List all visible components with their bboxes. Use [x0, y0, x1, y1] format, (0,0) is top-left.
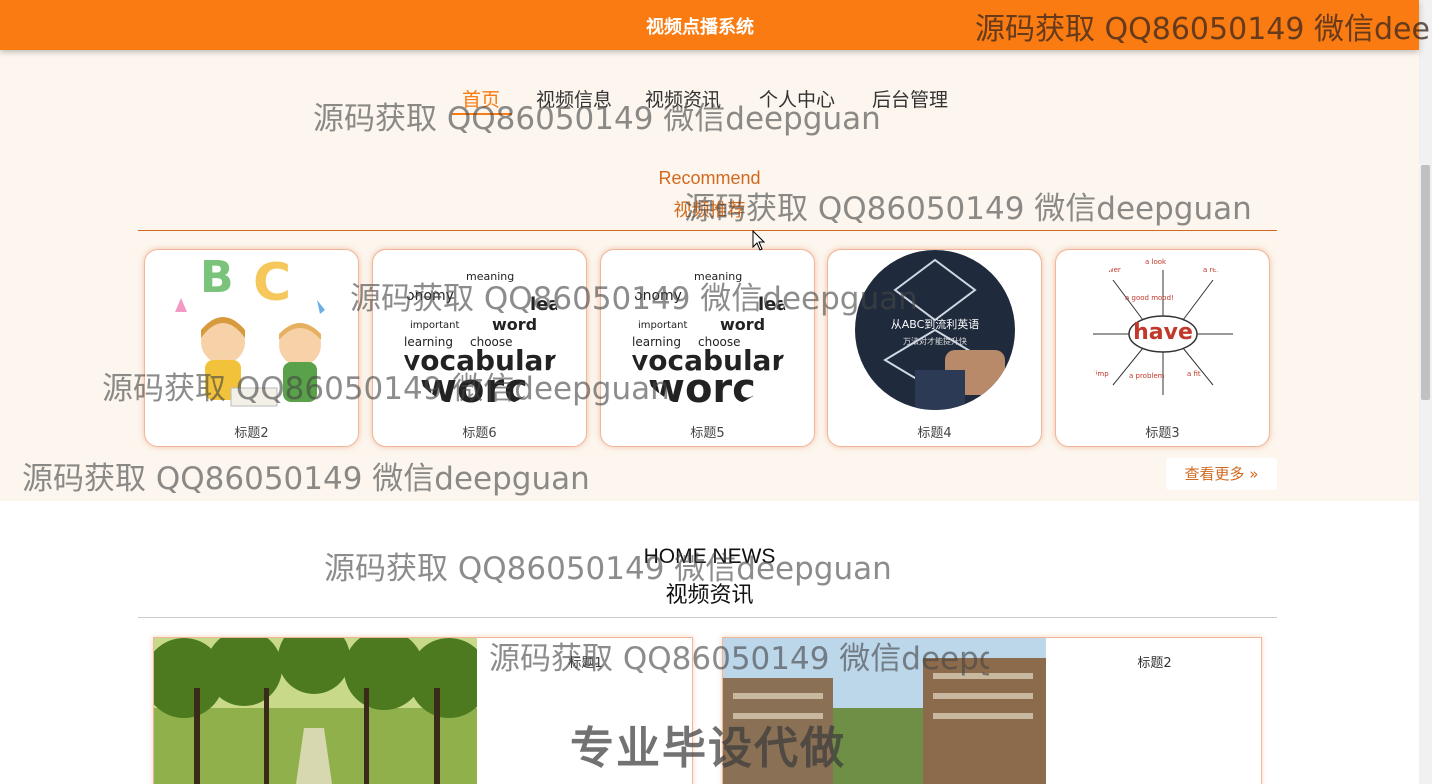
tree-lined-campus-road: [154, 638, 489, 784]
svg-text:word: word: [720, 315, 765, 334]
thumbnail-text: 从ABC到流利英语: [890, 318, 980, 331]
svg-text:a good mood!: a good mood!: [1125, 294, 1174, 302]
svg-text:a fit: a fit: [1187, 370, 1201, 378]
svg-text:a shower: a shower: [1089, 266, 1121, 274]
news-title-cn: 视频资讯: [665, 583, 754, 608]
main-nav: 首页 视频信息 视频资讯 个人中心 后台管理: [0, 85, 1419, 115]
video-card[interactable]: onomy meaning word important learning ch…: [372, 249, 587, 447]
svg-text:learn: learn: [530, 294, 560, 315]
video-card-title[interactable]: 标题4: [828, 422, 1041, 441]
watermark-stamp: 专业毕设代做: [570, 723, 846, 774]
video-card-title[interactable]: 标题6: [373, 422, 586, 441]
svg-text:C: C: [253, 253, 291, 313]
svg-text:worc: worc: [420, 366, 528, 410]
svg-text:a rest: a rest: [1203, 266, 1223, 274]
nav-item-video-news[interactable]: 视频资讯: [645, 85, 721, 112]
svg-text:learn: learn: [758, 294, 788, 315]
nav-active-underline: [452, 113, 512, 115]
video-card-title[interactable]: 标题2: [145, 422, 358, 441]
news-title[interactable]: 标题2: [1046, 652, 1261, 671]
top-header-bar: 视频点播系统 源码获取 QQ86050149 微信deep: [0, 0, 1432, 50]
video-thumbnail[interactable]: onomy meaning word important learning ch…: [628, 250, 788, 410]
video-card[interactable]: 从ABC到流利英语 万法对才能提升快 标题4: [827, 249, 1042, 447]
svg-text:onomy: onomy: [634, 288, 682, 304]
system-title: 视频点播系统: [646, 17, 754, 38]
nav-item-home[interactable]: 首页: [462, 85, 500, 112]
svg-text:onomy: onomy: [406, 288, 454, 304]
svg-text:a limp: a limp: [1087, 370, 1109, 378]
video-card[interactable]: onomy meaning word important learning ch…: [600, 249, 815, 447]
vocabulary-word-cloud: onomy meaning word important learning ch…: [400, 250, 560, 410]
svg-text:important: important: [410, 320, 459, 331]
vocabulary-word-cloud: onomy meaning word important learning ch…: [628, 250, 788, 410]
mouse-cursor-icon: [752, 230, 766, 251]
news-title[interactable]: 标题1: [477, 652, 692, 671]
nav-item-personal-center[interactable]: 个人中心: [759, 85, 835, 112]
section-divider: [138, 230, 1277, 231]
video-card-title[interactable]: 标题3: [1056, 422, 1269, 441]
svg-text:B: B: [200, 252, 234, 303]
news-title-en: HOME NEWS: [643, 545, 776, 568]
thumbnail-subtext: 万法对才能提升快: [903, 337, 967, 346]
svg-text:worc: worc: [648, 366, 756, 410]
recommend-title-cn: 视频推荐: [673, 200, 746, 221]
video-card[interactable]: a shower a look a good mood! a rest a li…: [1055, 249, 1270, 447]
thumbnail-text: have: [1133, 320, 1193, 345]
news-divider: [138, 617, 1277, 618]
svg-text:a look: a look: [1145, 258, 1167, 266]
svg-text:important: important: [638, 320, 687, 331]
svg-text:word: word: [492, 315, 537, 334]
svg-text:meaning: meaning: [694, 270, 742, 283]
video-card[interactable]: B C 标题2: [144, 249, 359, 447]
nav-item-admin[interactable]: 后台管理: [872, 85, 948, 112]
abc-kids-illustration: B C: [145, 250, 358, 410]
video-card-title[interactable]: 标题5: [601, 422, 814, 441]
view-more-button[interactable]: 查看更多 »: [1166, 458, 1277, 490]
double-chevron-right-icon: »: [1244, 465, 1259, 483]
nav-item-video-info[interactable]: 视频信息: [536, 85, 612, 112]
video-thumbnail[interactable]: onomy meaning word important learning ch…: [400, 250, 560, 410]
recommend-title-en: Recommend: [658, 168, 761, 188]
vertical-scrollbar[interactable]: [1419, 0, 1432, 784]
video-thumbnail[interactable]: B C: [145, 250, 358, 410]
view-more-label: 查看更多: [1184, 465, 1245, 483]
news-image[interactable]: [154, 638, 489, 784]
scrollbar-thumb[interactable]: [1421, 165, 1430, 400]
svg-text:a problem: a problem: [1129, 372, 1165, 380]
svg-text:meaning: meaning: [466, 270, 514, 283]
